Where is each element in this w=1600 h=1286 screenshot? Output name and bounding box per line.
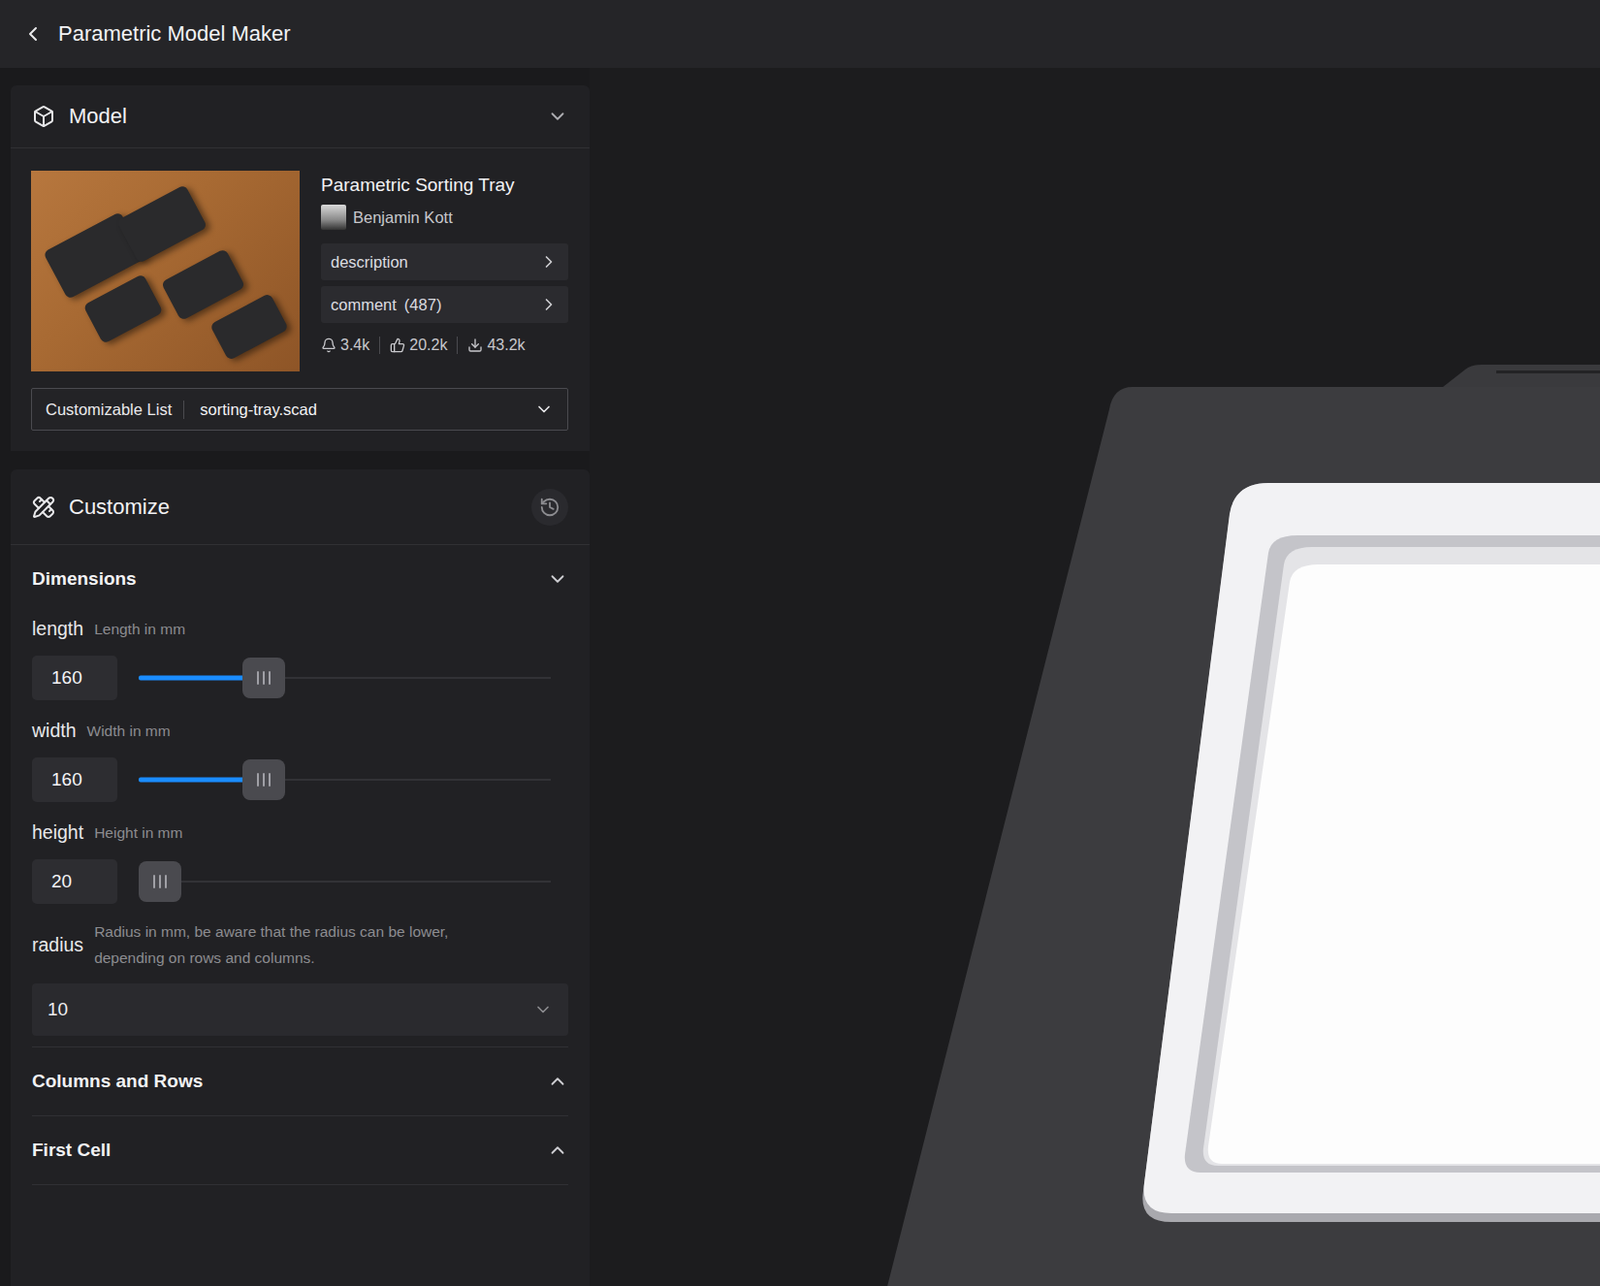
model-photo[interactable] [31, 170, 300, 372]
customize-header: Customize [10, 469, 590, 545]
model-panel: Model Parametric Sorting Tray Benjamin Kot… [10, 85, 590, 451]
param-name: radius [32, 933, 84, 957]
slider-thumb[interactable] [242, 657, 286, 699]
model-link[interactable]: comment(487) [320, 286, 569, 323]
model-viewport[interactable] [589, 67, 1600, 1286]
thumbs-up-icon [389, 337, 406, 353]
param-controls: 20 [32, 859, 569, 904]
main: Model Parametric Sorting Tray Benjamin Kot… [0, 67, 1600, 1286]
model-links: description comment(487) [320, 243, 569, 323]
param-controls: 160 [32, 757, 569, 802]
slider[interactable] [138, 860, 551, 903]
author[interactable]: Benjamin Kott [320, 204, 569, 230]
slider-fill [138, 777, 247, 783]
group-title: Dimensions [32, 568, 547, 590]
slider-param: width Width in mm 160 [32, 714, 569, 802]
model-link[interactable]: description [320, 243, 569, 281]
app: Parametric Model Maker Model Parametric So… [0, 0, 1600, 1286]
param-controls: 160 [32, 655, 569, 701]
sidebar: Model Parametric Sorting Tray Benjamin Kot… [0, 67, 590, 1286]
param-list: length Length in mm 160 width Width in mm 160… [32, 612, 569, 1047]
slider-param: length Length in mm 160 [32, 612, 569, 701]
group-header[interactable]: Columns and Rows [32, 1047, 569, 1116]
tray-preview-drawing [589, 67, 1600, 1286]
cube-icon [32, 104, 56, 128]
param-hint: Length in mm [94, 615, 186, 642]
value-input[interactable]: 20 [32, 859, 118, 904]
reset-button[interactable] [531, 488, 569, 526]
slider-thumb[interactable] [242, 759, 286, 800]
slider[interactable] [138, 758, 551, 801]
slider-fill [138, 675, 247, 681]
chevron-down-icon [546, 568, 569, 590]
group-title: Columns and Rows [32, 1070, 547, 1092]
model-row: Parametric Sorting Tray Benjamin Kott desc… [31, 170, 569, 372]
model-info: Parametric Sorting Tray Benjamin Kott desc… [320, 170, 569, 372]
stat: 43.2k [456, 336, 535, 354]
back-icon[interactable] [21, 22, 45, 46]
slider[interactable] [138, 656, 551, 700]
model-header[interactable]: Model [10, 85, 590, 149]
param-label-row: height Height in mm [32, 816, 569, 848]
group-title: First Cell [32, 1139, 547, 1161]
author-name: Benjamin Kott [352, 208, 453, 227]
param-group: Dimensions length Length in mm 160 width Widt… [32, 544, 569, 1048]
param-group: First Cell [32, 1116, 569, 1185]
slider-track [138, 880, 551, 883]
boost-icon [320, 337, 337, 353]
chevron-down-icon [533, 999, 553, 1020]
chevron-up-icon [546, 1139, 569, 1161]
chevron-down-icon [534, 399, 554, 419]
param-hint: Height in mm [94, 819, 183, 846]
top-bar: Parametric Model Maker [0, 0, 1600, 68]
group-header[interactable]: Dimensions [32, 544, 569, 613]
param-label-row: width Width in mm [32, 714, 569, 746]
customizable-list-dropdown[interactable]: Customizable Listsorting-tray.scad [31, 387, 569, 431]
param-hint: Width in mm [87, 717, 171, 744]
chevron-right-icon [539, 252, 559, 272]
panel-title: Customize [68, 494, 518, 520]
customize-panel: Customize Dimensions length Length in mm 160… [10, 469, 590, 1286]
param-name: width [32, 719, 77, 742]
select[interactable]: 10 [32, 983, 569, 1036]
stat: 20.2k [379, 336, 457, 354]
param-label-row: length Length in mm [32, 612, 569, 644]
param-hint: Radius in mm, be aware that the radius c… [94, 918, 512, 971]
model-body: Parametric Sorting Tray Benjamin Kott desc… [10, 148, 590, 451]
history-icon [539, 496, 561, 518]
stat: 3.4k [320, 336, 380, 354]
model-stats: 3.4k20.2k43.2k [320, 336, 569, 354]
slider-thumb[interactable] [138, 861, 182, 902]
param-name: length [32, 617, 84, 640]
page-title: Parametric Model Maker [58, 21, 291, 47]
author-avatar [320, 204, 347, 230]
select-param: radius Radius in mm, be aware that the ra… [32, 918, 569, 1036]
model-name: Parametric Sorting Tray [320, 174, 569, 196]
param-group: Columns and Rows [32, 1047, 569, 1117]
slider-param: height Height in mm 20 [32, 816, 569, 904]
param-label-row: radius Radius in mm, be aware that the ra… [32, 918, 569, 971]
chevron-down-icon [546, 105, 569, 128]
value-input[interactable]: 160 [32, 757, 118, 802]
group-header[interactable]: First Cell [32, 1116, 569, 1184]
download-icon [467, 337, 483, 353]
param-name: height [32, 821, 84, 844]
pencil-ruler-icon [32, 495, 56, 519]
chevron-right-icon [539, 294, 559, 315]
chevron-up-icon [546, 1070, 569, 1092]
value-input[interactable]: 160 [32, 655, 118, 701]
panel-title: Model [68, 103, 534, 129]
